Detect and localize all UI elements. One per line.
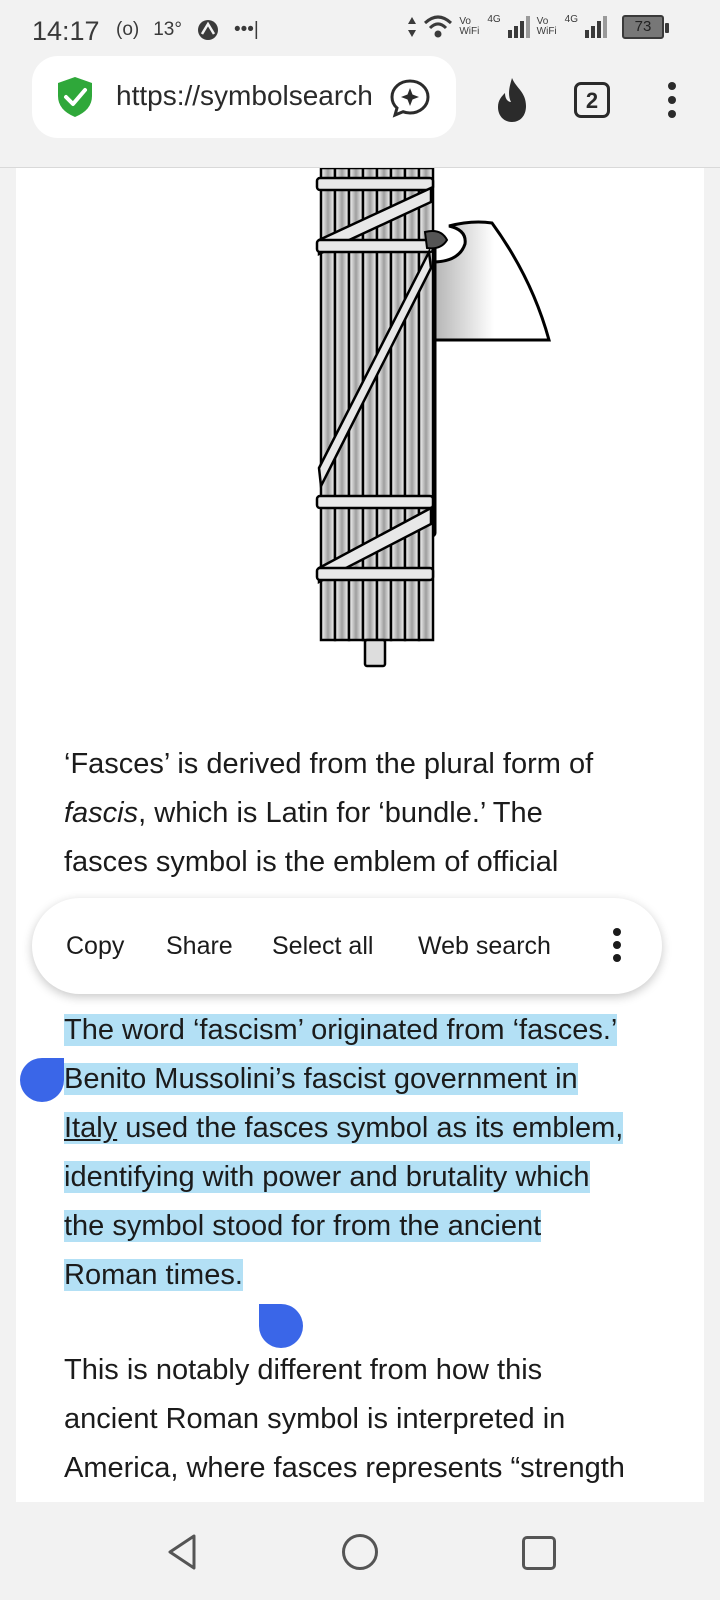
select-all-button[interactable]: Select all (272, 932, 373, 961)
hotspot-icon: (o) (116, 19, 140, 40)
app-notification-icon (197, 20, 218, 40)
system-nav-bar (0, 1502, 720, 1600)
recents-icon[interactable] (522, 1536, 556, 1570)
battery-indicator: 73 (622, 15, 669, 39)
para3-line-2: ancient Roman symbol is interpreted in (64, 1403, 566, 1435)
wifi-icon (424, 15, 453, 38)
selected-line-5[interactable]: the symbol stood for from the ancient (64, 1210, 542, 1242)
web-search-button[interactable]: Web search (418, 932, 551, 961)
selected-line-1[interactable]: The word ‘fascism’ originated from ‘fasc… (64, 1014, 618, 1046)
ai-assistant-icon[interactable] (388, 76, 432, 120)
selected-line-3[interactable]: used the fasces symbol as its emblem, (117, 1112, 623, 1144)
signal-icon-2 (585, 16, 607, 38)
signal-icon-1 (507, 16, 530, 38)
security-shield-icon[interactable] (52, 74, 98, 120)
network-label-2: 4G (487, 14, 501, 25)
status-left-icons: (o) 13° •••| (116, 18, 259, 42)
network-label-1: Vo WiFi (459, 16, 480, 37)
paragraph-fascism-selected[interactable]: The word ‘fascism’ originated from ‘fasc… (64, 1006, 664, 1300)
selection-start-handle[interactable] (20, 1058, 64, 1102)
para3-line-1: This is notably different from how this (64, 1354, 543, 1386)
selected-line-4[interactable]: identifying with power and brutality whi… (64, 1161, 590, 1193)
para1-text-b: , which is Latin for ‘bundle.’ The (138, 797, 543, 829)
selected-line-2[interactable]: Benito Mussolini’s fascist government in (64, 1063, 578, 1095)
overflow-menu-icon[interactable] (662, 78, 682, 122)
fasces-illustration (315, 168, 551, 668)
status-right-icons: Vo WiFi 4G Vo WiFi 4G 73 (407, 14, 669, 40)
para3-line-3: America, where fasces represents “streng… (64, 1452, 625, 1484)
web-page-content: ‘Fasces’ is derived from the plural form… (16, 168, 704, 1502)
address-bar[interactable]: https://symbolsearch (32, 56, 456, 138)
share-button[interactable]: Share (166, 932, 233, 961)
data-arrows-icon (408, 17, 417, 37)
selection-end-handle[interactable] (259, 1304, 303, 1348)
text-selection-menu: Copy Share Select all Web search (32, 898, 662, 994)
url-text[interactable]: https://symbolsearch (116, 80, 372, 112)
paragraph-america-interpretation: This is notably different from how this … (64, 1346, 664, 1493)
temperature: 13° (153, 19, 182, 40)
selected-line-6[interactable]: Roman times. (64, 1259, 243, 1291)
para1-italic: fascis (64, 797, 139, 829)
italy-link[interactable]: Italy (64, 1112, 117, 1144)
flame-icon[interactable] (490, 76, 534, 124)
more-dots-icon: •••| (233, 19, 259, 40)
home-icon[interactable] (342, 1534, 378, 1570)
para1-text-c: fasces symbol is the emblem of official (64, 846, 559, 878)
back-icon[interactable] (164, 1532, 200, 1572)
tab-count-button[interactable]: 2 (574, 82, 610, 118)
status-time: 14:17 (32, 16, 100, 46)
para1-text-a: ‘Fasces’ is derived from the plural form… (64, 748, 594, 780)
network-label-4: 4G (564, 14, 578, 25)
browser-toolbar: https://symbolsearch 2 (0, 56, 720, 168)
status-bar: 14:17 (o) 13° •••| Vo WiFi 4G Vo WiFi 4G… (0, 0, 720, 62)
copy-button[interactable]: Copy (66, 932, 124, 961)
more-vertical-icon[interactable] (610, 928, 624, 964)
paragraph-fasces-origin: ‘Fasces’ is derived from the plural form… (64, 740, 664, 887)
network-label-3: Vo WiFi (536, 16, 557, 37)
